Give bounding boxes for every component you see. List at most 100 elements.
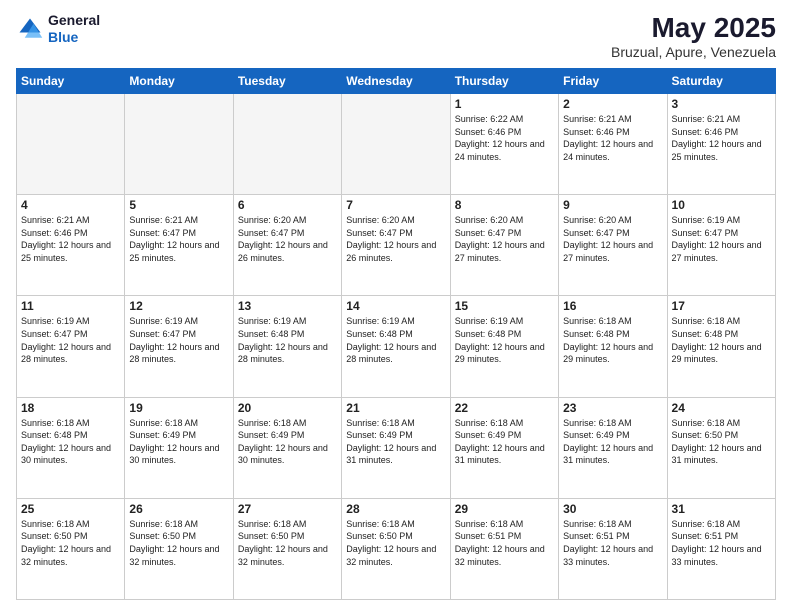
calendar-cell: 29Sunrise: 6:18 AM Sunset: 6:51 PM Dayli…	[450, 498, 558, 599]
day-number: 17	[672, 299, 771, 313]
day-info: Sunrise: 6:21 AM Sunset: 6:47 PM Dayligh…	[129, 214, 228, 264]
day-info: Sunrise: 6:18 AM Sunset: 6:48 PM Dayligh…	[563, 315, 662, 365]
day-number: 19	[129, 401, 228, 415]
day-info: Sunrise: 6:18 AM Sunset: 6:50 PM Dayligh…	[346, 518, 445, 568]
day-info: Sunrise: 6:18 AM Sunset: 6:51 PM Dayligh…	[563, 518, 662, 568]
calendar-cell: 31 Sunrise: 6:18 AM Sunset: 6:51 PM Dayli…	[667, 498, 775, 599]
day-number: 31	[672, 502, 771, 516]
day-info: Sunrise: 6:21 AM Sunset: 6:46 PM Dayligh…	[563, 113, 662, 163]
day-number: 21	[346, 401, 445, 415]
day-info: Sunrise: 6:18 AM Sunset: 6:50 PM Dayligh…	[238, 518, 337, 568]
calendar-cell: 12 Sunrise: 6:19 AM Sunset: 6:47 PM Dayli…	[125, 296, 233, 397]
weekday-header-tuesday: Tuesday	[233, 69, 341, 94]
week-row-5: 25 Sunrise: 6:18 AM Sunset: 6:50 PM Dayli…	[17, 498, 776, 599]
day-number: 11	[21, 299, 120, 313]
day-info: Sunrise: 6:20 AM Sunset: 6:47 PM Dayligh…	[238, 214, 337, 264]
calendar-cell: 25 Sunrise: 6:18 AM Sunset: 6:50 PM Dayli…	[17, 498, 125, 599]
calendar-cell: 17 Sunrise: 6:18 AM Sunset: 6:48 PM Dayli…	[667, 296, 775, 397]
day-info: Sunrise: 6:18 AM Sunset: 6:51 PM Dayligh…	[672, 518, 771, 568]
calendar-cell: 15 Sunrise: 6:19 AM Sunset: 6:48 PM Dayli…	[450, 296, 558, 397]
day-number: 18	[21, 401, 120, 415]
calendar-cell: 30Sunrise: 6:18 AM Sunset: 6:51 PM Dayli…	[559, 498, 667, 599]
calendar-cell: 7 Sunrise: 6:20 AM Sunset: 6:47 PM Daylig…	[342, 195, 450, 296]
calendar-cell: 21 Sunrise: 6:18 AM Sunset: 6:49 PM Dayli…	[342, 397, 450, 498]
day-info: Sunrise: 6:20 AM Sunset: 6:47 PM Dayligh…	[346, 214, 445, 264]
logo-icon	[16, 15, 44, 43]
calendar-cell	[125, 94, 233, 195]
calendar-cell: 2 Sunrise: 6:21 AM Sunset: 6:46 PM Daylig…	[559, 94, 667, 195]
page: General Blue May 2025 Bruzual, Apure, Ve…	[0, 0, 792, 612]
day-number: 9	[563, 198, 662, 212]
day-number: 2	[563, 97, 662, 111]
day-info: Sunrise: 6:21 AM Sunset: 6:46 PM Dayligh…	[21, 214, 120, 264]
calendar-cell: 8 Sunrise: 6:20 AM Sunset: 6:47 PM Daylig…	[450, 195, 558, 296]
calendar-table: SundayMondayTuesdayWednesdayThursdayFrid…	[16, 68, 776, 600]
week-row-3: 11 Sunrise: 6:19 AM Sunset: 6:47 PM Dayli…	[17, 296, 776, 397]
day-number: 26	[129, 502, 228, 516]
calendar-cell: 18 Sunrise: 6:18 AM Sunset: 6:48 PM Dayli…	[17, 397, 125, 498]
calendar-cell: 13Sunrise: 6:19 AM Sunset: 6:48 PM Dayli…	[233, 296, 341, 397]
day-info: Sunrise: 6:18 AM Sunset: 6:49 PM Dayligh…	[129, 417, 228, 467]
calendar-cell: 16 Sunrise: 6:18 AM Sunset: 6:48 PM Dayli…	[559, 296, 667, 397]
calendar-cell: 23Sunrise: 6:18 AM Sunset: 6:49 PM Dayli…	[559, 397, 667, 498]
day-info: Sunrise: 6:22 AM Sunset: 6:46 PM Dayligh…	[455, 113, 554, 163]
day-info: Sunrise: 6:18 AM Sunset: 6:48 PM Dayligh…	[21, 417, 120, 467]
day-number: 10	[672, 198, 771, 212]
weekday-header-saturday: Saturday	[667, 69, 775, 94]
day-number: 8	[455, 198, 554, 212]
day-number: 24	[672, 401, 771, 415]
day-number: 25	[21, 502, 120, 516]
calendar-cell: 27 Sunrise: 6:18 AM Sunset: 6:50 PM Dayli…	[233, 498, 341, 599]
day-info: Sunrise: 6:21 AM Sunset: 6:46 PM Dayligh…	[672, 113, 771, 163]
day-number: 22	[455, 401, 554, 415]
day-info: Sunrise: 6:18 AM Sunset: 6:48 PM Dayligh…	[672, 315, 771, 365]
calendar-cell: 10Sunrise: 6:19 AM Sunset: 6:47 PM Dayli…	[667, 195, 775, 296]
day-number: 12	[129, 299, 228, 313]
day-number: 16	[563, 299, 662, 313]
weekday-header-sunday: Sunday	[17, 69, 125, 94]
day-info: Sunrise: 6:19 AM Sunset: 6:48 PM Dayligh…	[455, 315, 554, 365]
day-number: 13	[238, 299, 337, 313]
day-info: Sunrise: 6:18 AM Sunset: 6:50 PM Dayligh…	[21, 518, 120, 568]
weekday-header-wednesday: Wednesday	[342, 69, 450, 94]
calendar-cell: 22Sunrise: 6:18 AM Sunset: 6:49 PM Dayli…	[450, 397, 558, 498]
day-info: Sunrise: 6:19 AM Sunset: 6:47 PM Dayligh…	[129, 315, 228, 365]
calendar-cell: 20Sunrise: 6:18 AM Sunset: 6:49 PM Dayli…	[233, 397, 341, 498]
day-info: Sunrise: 6:19 AM Sunset: 6:47 PM Dayligh…	[21, 315, 120, 365]
calendar-cell: 19 Sunrise: 6:18 AM Sunset: 6:49 PM Dayli…	[125, 397, 233, 498]
header: General Blue May 2025 Bruzual, Apure, Ve…	[16, 12, 776, 60]
weekday-header-row: SundayMondayTuesdayWednesdayThursdayFrid…	[17, 69, 776, 94]
title-block: May 2025 Bruzual, Apure, Venezuela	[611, 12, 776, 60]
day-info: Sunrise: 6:19 AM Sunset: 6:48 PM Dayligh…	[346, 315, 445, 365]
logo-text: General Blue	[48, 12, 100, 46]
calendar-cell: 5 Sunrise: 6:21 AM Sunset: 6:47 PM Daylig…	[125, 195, 233, 296]
calendar-cell: 9 Sunrise: 6:20 AM Sunset: 6:47 PM Daylig…	[559, 195, 667, 296]
day-number: 3	[672, 97, 771, 111]
day-number: 6	[238, 198, 337, 212]
day-info: Sunrise: 6:18 AM Sunset: 6:51 PM Dayligh…	[455, 518, 554, 568]
calendar-cell: 14Sunrise: 6:19 AM Sunset: 6:48 PM Dayli…	[342, 296, 450, 397]
day-number: 28	[346, 502, 445, 516]
day-number: 27	[238, 502, 337, 516]
day-number: 7	[346, 198, 445, 212]
day-info: Sunrise: 6:18 AM Sunset: 6:50 PM Dayligh…	[672, 417, 771, 467]
month-title: May 2025	[611, 12, 776, 44]
calendar-cell: 28 Sunrise: 6:18 AM Sunset: 6:50 PM Dayli…	[342, 498, 450, 599]
day-info: Sunrise: 6:20 AM Sunset: 6:47 PM Dayligh…	[563, 214, 662, 264]
day-info: Sunrise: 6:18 AM Sunset: 6:49 PM Dayligh…	[346, 417, 445, 467]
calendar-cell: 3 Sunrise: 6:21 AM Sunset: 6:46 PM Daylig…	[667, 94, 775, 195]
calendar-cell	[342, 94, 450, 195]
day-info: Sunrise: 6:18 AM Sunset: 6:49 PM Dayligh…	[238, 417, 337, 467]
day-number: 15	[455, 299, 554, 313]
logo: General Blue	[16, 12, 100, 46]
weekday-header-thursday: Thursday	[450, 69, 558, 94]
day-number: 5	[129, 198, 228, 212]
weekday-header-friday: Friday	[559, 69, 667, 94]
day-number: 23	[563, 401, 662, 415]
day-info: Sunrise: 6:20 AM Sunset: 6:47 PM Dayligh…	[455, 214, 554, 264]
weekday-header-monday: Monday	[125, 69, 233, 94]
day-number: 4	[21, 198, 120, 212]
week-row-2: 4 Sunrise: 6:21 AM Sunset: 6:46 PM Daylig…	[17, 195, 776, 296]
calendar-cell: 6 Sunrise: 6:20 AM Sunset: 6:47 PM Daylig…	[233, 195, 341, 296]
day-number: 1	[455, 97, 554, 111]
